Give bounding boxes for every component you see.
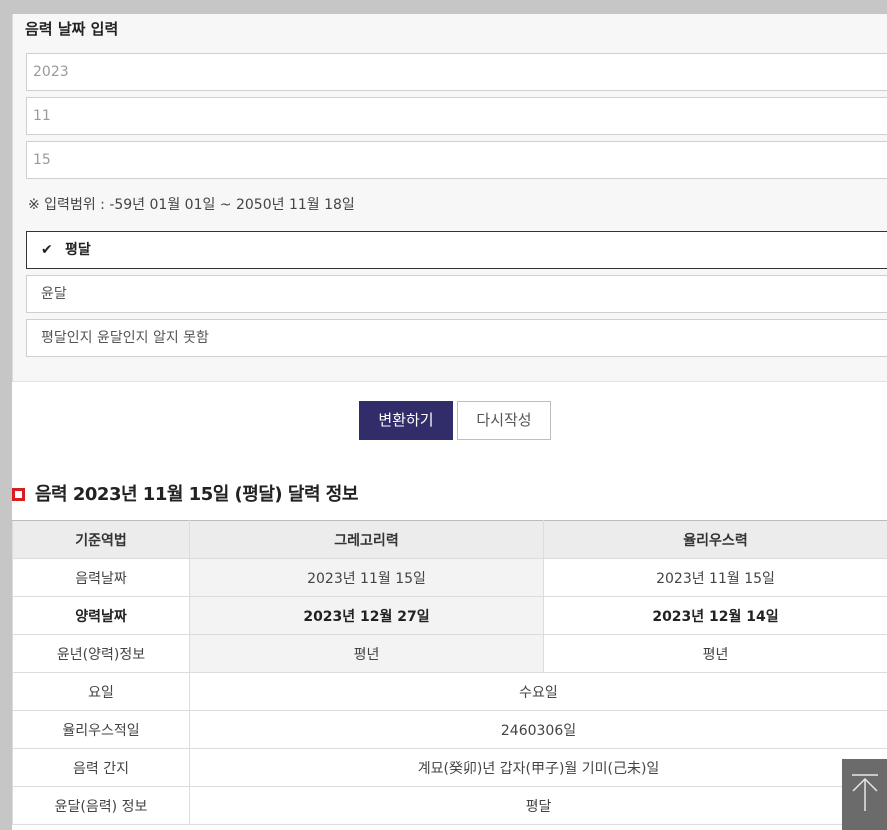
table-row: 음력날짜 2023년 11월 15일 2023년 11월 15일: [12, 558, 887, 597]
option-label: 평달인지 윤달인지 알지 못함: [41, 330, 209, 346]
header-calendar-system: 기준역법: [12, 520, 190, 559]
check-icon: ✔: [41, 242, 53, 258]
julian-cell: 2023년 11월 15일: [543, 558, 887, 597]
julian-cell: 2023년 12월 14일: [543, 596, 887, 635]
row-label: 윤달(음력) 정보: [12, 786, 190, 825]
result-title-text: 음력 2023년 11월 15일 (평달) 달력 정보: [35, 484, 358, 505]
convert-button[interactable]: 변환하기: [359, 401, 453, 440]
year-input[interactable]: [26, 53, 887, 91]
table-row: 요일 수요일: [12, 672, 887, 711]
table-header-row: 기준역법 그레고리력 율리우스력: [12, 520, 887, 559]
merged-cell: 평달: [189, 786, 887, 825]
row-label: 양력날짜: [12, 596, 190, 635]
gregorian-cell: 평년: [189, 634, 544, 673]
merged-cell: 2460306일: [189, 710, 887, 749]
calendar-info-table: 기준역법 그레고리력 율리우스력 음력날짜 2023년 11월 15일 2023…: [12, 520, 887, 825]
gregorian-cell: 2023년 12월 27일: [189, 596, 544, 635]
option-label: 윤달: [41, 286, 67, 302]
row-label: 음력 간지: [12, 748, 190, 787]
option-leap-month[interactable]: 윤달: [26, 275, 887, 313]
square-bullet-icon: [12, 488, 25, 501]
gregorian-cell: 2023년 11월 15일: [189, 558, 544, 597]
input-range-note: ※ 입력범위 : -59년 01월 01일 ~ 2050년 11월 18일: [28, 197, 355, 213]
option-label: 평달: [65, 242, 91, 258]
lunar-date-form: 음력 날짜 입력 ※ 입력범위 : -59년 01월 01일 ~ 2050년 1…: [12, 14, 887, 382]
header-gregorian: 그레고리력: [189, 520, 544, 559]
merged-cell: 계묘(癸卯)년 갑자(甲子)월 기미(己未)일: [189, 748, 887, 787]
option-normal-month[interactable]: ✔ 평달: [26, 231, 887, 269]
row-label: 음력날짜: [12, 558, 190, 597]
page-content: 음력 날짜 입력 ※ 입력범위 : -59년 01월 01일 ~ 2050년 1…: [12, 14, 887, 830]
row-label: 요일: [12, 672, 190, 711]
day-input[interactable]: [26, 141, 887, 179]
form-title: 음력 날짜 입력: [25, 20, 119, 38]
merged-cell: 수요일: [189, 672, 887, 711]
scroll-top-button[interactable]: [842, 759, 887, 830]
reset-button[interactable]: 다시작성: [457, 401, 551, 440]
arrow-up-icon: [852, 774, 878, 811]
row-label: 율리우스적일: [12, 710, 190, 749]
table-row: 윤달(음력) 정보 평달: [12, 786, 887, 825]
table-row: 음력 간지 계묘(癸卯)년 갑자(甲子)월 기미(己未)일: [12, 748, 887, 787]
julian-cell: 평년: [543, 634, 887, 673]
result-title: 음력 2023년 11월 15일 (평달) 달력 정보: [12, 480, 358, 506]
header-julian: 율리우스력: [543, 520, 887, 559]
option-unknown-month[interactable]: 평달인지 윤달인지 알지 못함: [26, 319, 887, 357]
table-row: 율리우스적일 2460306일: [12, 710, 887, 749]
row-label: 윤년(양력)정보: [12, 634, 190, 673]
table-row: 양력날짜 2023년 12월 27일 2023년 12월 14일: [12, 596, 887, 635]
table-row: 윤년(양력)정보 평년 평년: [12, 634, 887, 673]
month-input[interactable]: [26, 97, 887, 135]
